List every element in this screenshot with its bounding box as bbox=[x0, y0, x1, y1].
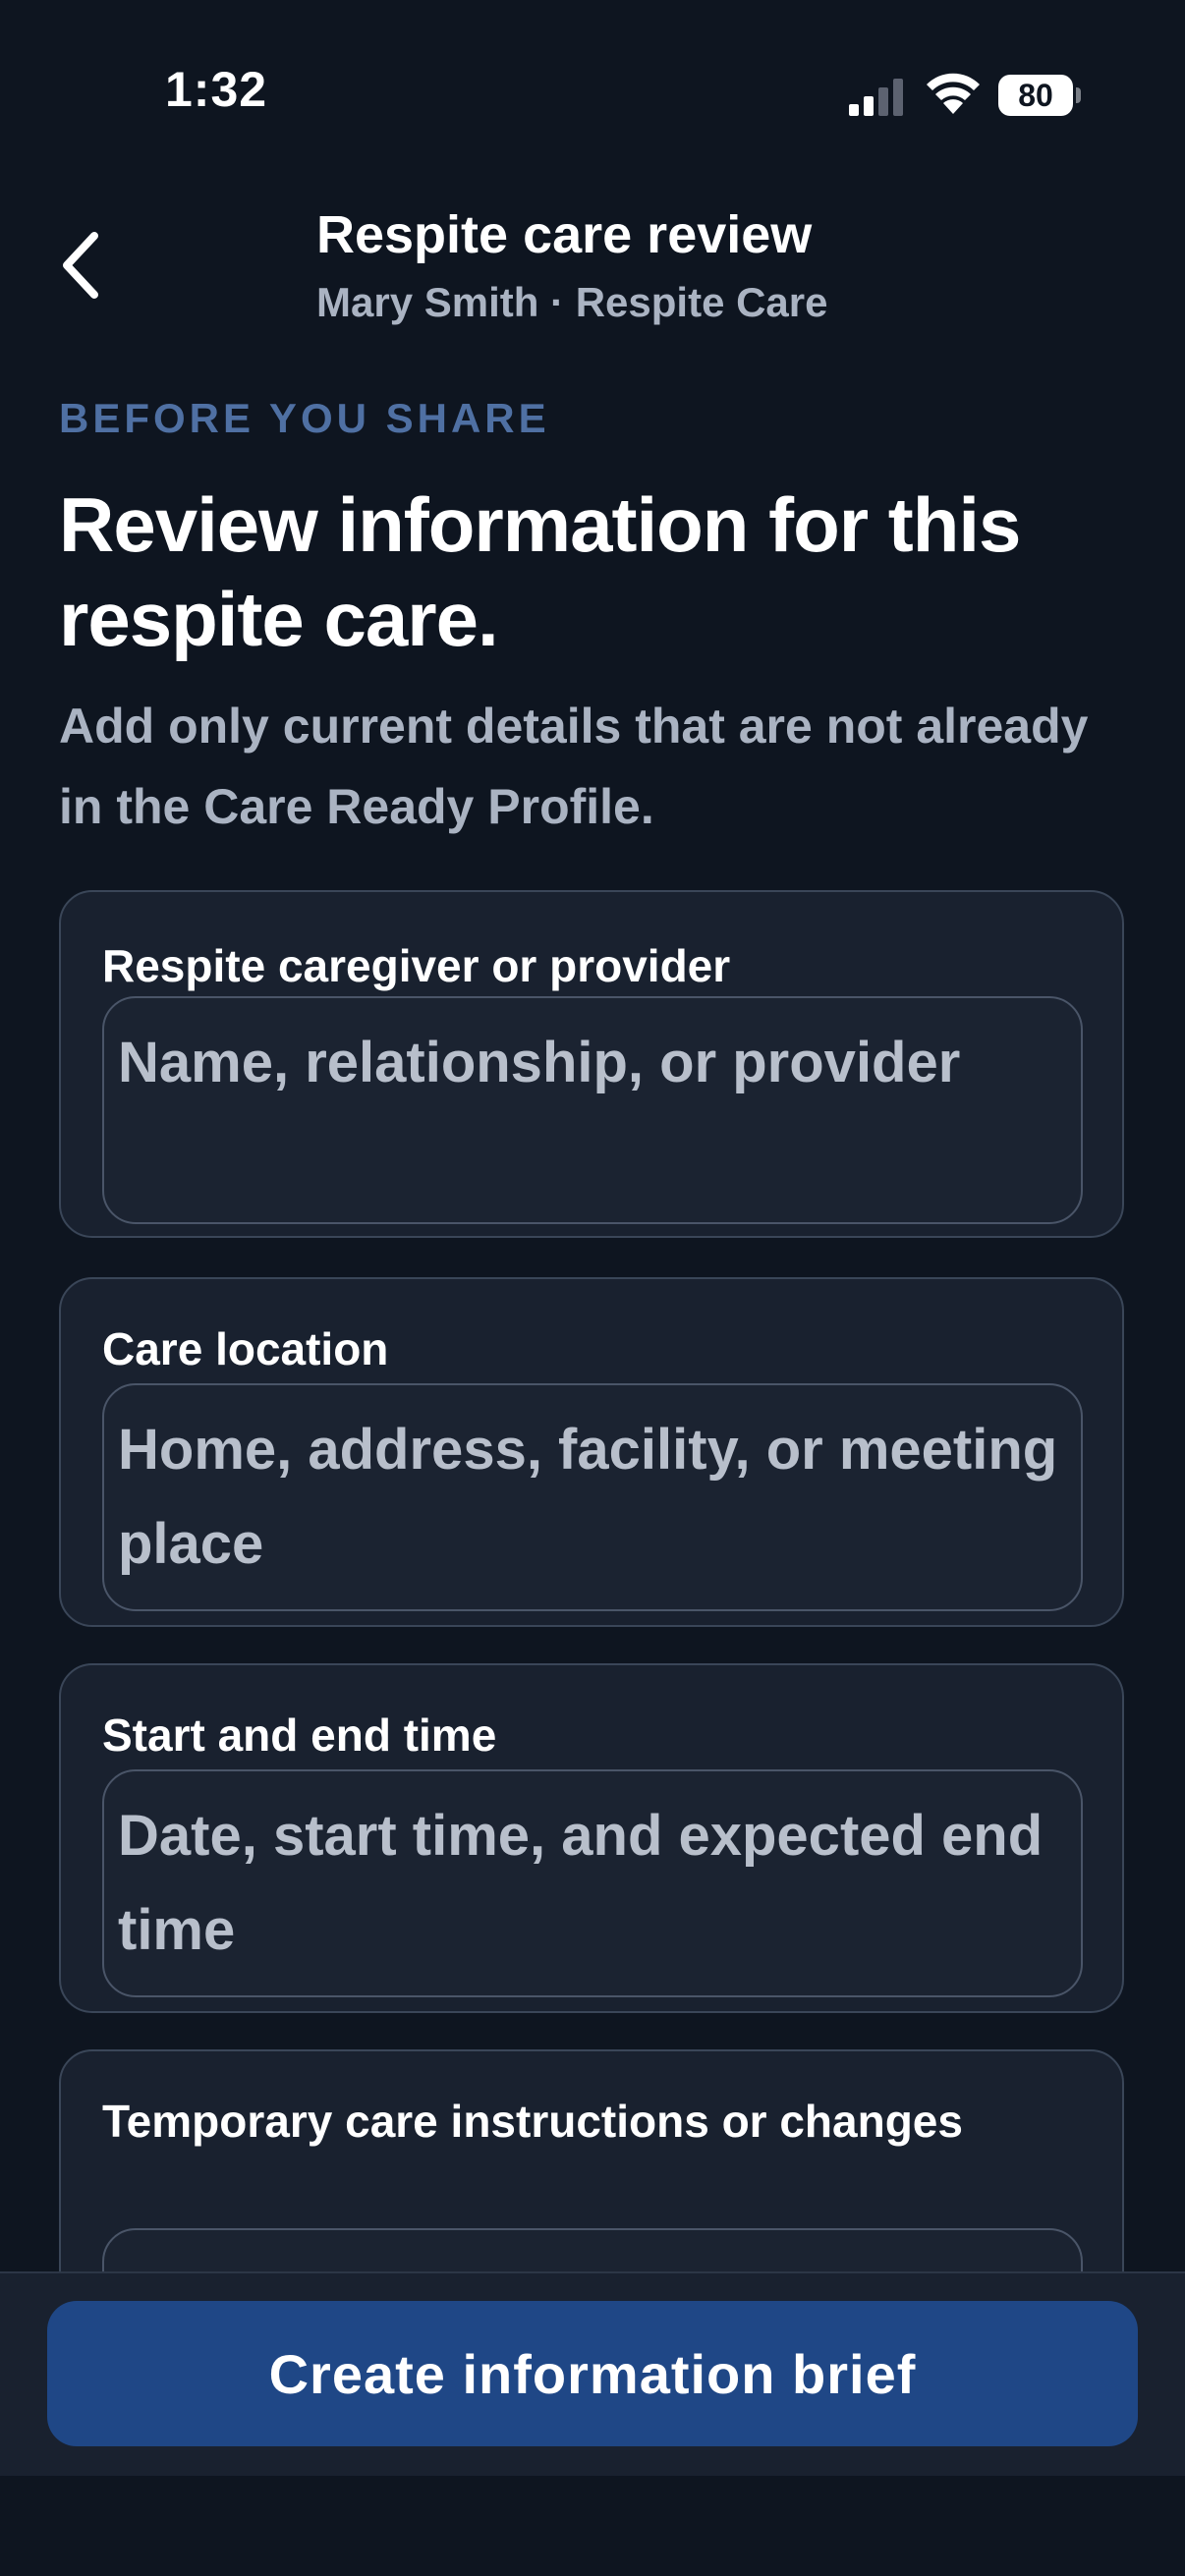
caregiver-input[interactable] bbox=[102, 996, 1083, 1224]
field-card-instructions: Temporary care instructions or changes bbox=[59, 2049, 1124, 2271]
field-label-instructions: Temporary care instructions or changes bbox=[102, 2096, 963, 2147]
field-label-location: Care location bbox=[102, 1323, 389, 1374]
chevron-left-icon bbox=[63, 232, 98, 299]
instructions-input[interactable] bbox=[102, 2228, 1083, 2271]
nav-title: Respite care review bbox=[316, 205, 813, 264]
field-label-caregiver: Respite caregiver or provider bbox=[102, 940, 731, 991]
location-input[interactable] bbox=[102, 1383, 1083, 1611]
signal-icon bbox=[849, 79, 903, 116]
battery-icon: 80 bbox=[998, 75, 1081, 116]
status-time: 1:32 bbox=[165, 62, 268, 117]
field-card-location: Care location bbox=[59, 1277, 1124, 1627]
section-eyebrow: BEFORE YOU SHARE bbox=[59, 395, 550, 441]
intro-description: Add only current details that are not al… bbox=[59, 699, 1089, 834]
time-input[interactable] bbox=[102, 1769, 1083, 1997]
battery-cap bbox=[1076, 87, 1081, 103]
battery-level: 80 bbox=[1018, 78, 1053, 113]
status-bar: 1:32 80 bbox=[0, 0, 1185, 187]
page-headline: Review information for this respite care… bbox=[59, 481, 1021, 662]
field-card-caregiver: Respite caregiver or provider bbox=[59, 890, 1124, 1238]
form-scroll-area[interactable]: Respite caregiver or provider Care locat… bbox=[0, 884, 1185, 2271]
field-label-time: Start and end time bbox=[102, 1709, 497, 1761]
create-information-brief-button[interactable]: Create information brief bbox=[47, 2301, 1138, 2446]
bottom-action-bar: Create information brief bbox=[0, 2271, 1185, 2476]
nav-subtitle: Mary Smith · Respite Care bbox=[316, 279, 828, 325]
field-card-time: Start and end time bbox=[59, 1663, 1124, 2013]
home-indicator-area bbox=[0, 2476, 1185, 2576]
wifi-icon bbox=[927, 73, 980, 114]
back-button[interactable] bbox=[55, 228, 114, 303]
